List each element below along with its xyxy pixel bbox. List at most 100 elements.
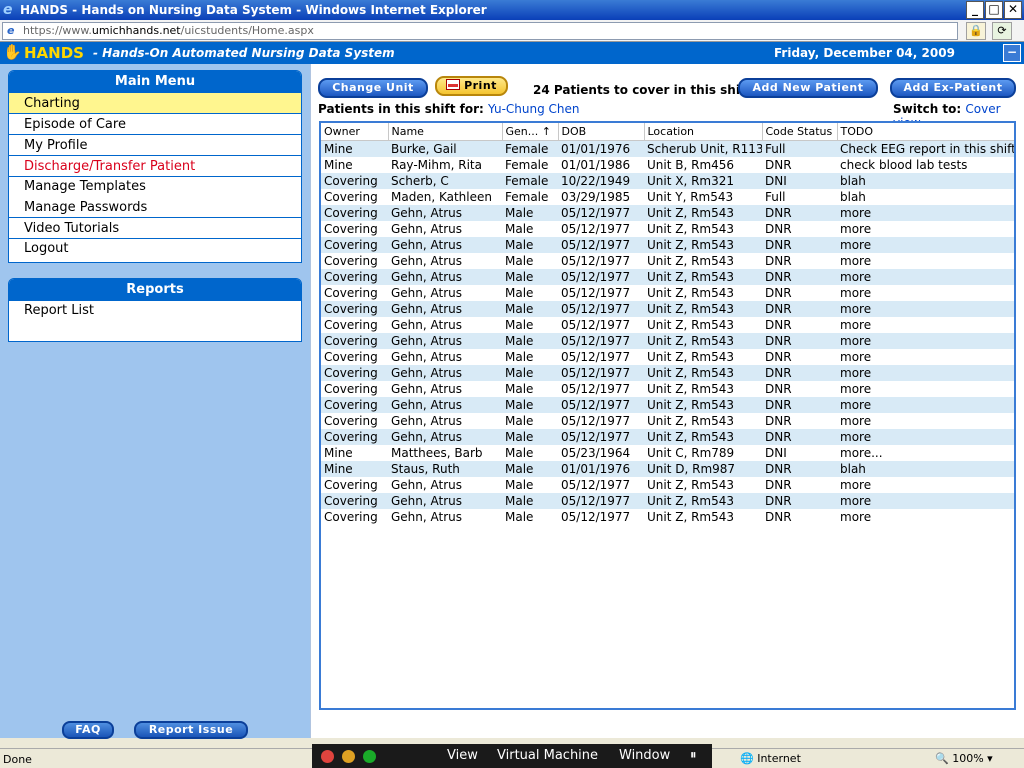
table-cell: more — [840, 477, 872, 492]
table-row[interactable]: Covering Gehn, Atrus Male 05/12/1977 Unit Z,… — [321, 332, 1014, 349]
table-row[interactable]: Covering Gehn, Atrus Male 05/12/1977 Unit Z,… — [321, 381, 1014, 397]
table-cell: DNR — [765, 381, 792, 396]
column-header[interactable]: Owner — [321, 123, 389, 141]
table-row[interactable]: Mine Staus, Ruth Male 01/01/1976 Unit D, Rm9… — [321, 460, 1014, 477]
table-cell: DNI — [765, 445, 787, 460]
table-cell: Male — [505, 509, 534, 524]
shift-user-link[interactable]: Yu-Chung Chen — [488, 102, 580, 116]
close-dot-icon[interactable] — [321, 750, 334, 763]
column-header[interactable]: Gen... ↑ — [502, 123, 559, 141]
table-row[interactable]: Covering Gehn, Atrus Male 05/12/1977 Unit Z,… — [321, 509, 1014, 525]
faq-button[interactable]: FAQ — [62, 721, 114, 739]
table-cell: Check EEG report in this shift — [837, 140, 1014, 157]
table-cell: Male — [502, 428, 558, 445]
column-header[interactable]: Name — [388, 123, 503, 141]
table-cell: more — [840, 317, 872, 332]
collapse-button[interactable]: − — [1003, 44, 1021, 62]
table-cell: DNR — [762, 236, 837, 253]
table-cell: Unit B, Rm456 — [647, 157, 735, 172]
vm-menu-view[interactable]: View — [447, 748, 478, 763]
page-icon: e — [7, 24, 15, 37]
menu-item-manage-passwords[interactable]: Manage Passwords — [9, 197, 301, 218]
menu-item-my-profile[interactable]: My Profile — [9, 135, 301, 156]
zoom-dot-icon[interactable] — [363, 750, 376, 763]
table-row[interactable]: Covering Maden, Kathleen Female 03/29/1985 U… — [321, 189, 1014, 205]
table-row[interactable]: Covering Gehn, Atrus Male 05/12/1977 Unit Z,… — [321, 317, 1014, 333]
table-cell: Male — [502, 396, 558, 413]
table-row[interactable]: Mine Ray-Mihm, Rita Female 01/01/1986 Unit B… — [321, 157, 1014, 173]
menu-item-logout[interactable]: Logout — [9, 239, 301, 259]
table-row[interactable]: Mine Matthees, Barb Male 05/23/1964 Unit C, … — [321, 445, 1014, 461]
table-row[interactable]: Covering Gehn, Atrus Male 05/12/1977 Unit Z,… — [321, 300, 1014, 317]
table-row[interactable]: Covering Gehn, Atrus Male 05/12/1977 Unit Z,… — [321, 428, 1014, 445]
table-cell: 05/12/1977 — [561, 317, 631, 332]
column-header[interactable]: DOB — [558, 123, 645, 141]
table-row[interactable]: Covering Gehn, Atrus Male 05/12/1977 Unit Z,… — [321, 236, 1014, 253]
column-header[interactable]: Code Status — [762, 123, 838, 141]
menu-item-episode-of-care[interactable]: Episode of Care — [9, 114, 301, 135]
vm-menu-window[interactable]: Window — [619, 748, 670, 763]
table-cell: blah — [837, 172, 1014, 189]
table-row[interactable]: Covering Gehn, Atrus Male 05/12/1977 Unit Z,… — [321, 396, 1014, 413]
table-cell: Male — [502, 236, 558, 253]
table-cell: 05/23/1964 — [561, 445, 631, 460]
table-cell: Male — [502, 204, 558, 221]
url-field[interactable]: e https://www.umichhands.net/uicstudents… — [2, 22, 958, 40]
table-cell: DNR — [762, 492, 837, 509]
main-content: Change Unit Print 24 Patients to cover i… — [310, 64, 1024, 738]
table-cell: Male — [505, 253, 534, 268]
vm-menu-virtual-machine[interactable]: Virtual Machine — [497, 748, 598, 763]
table-cell: Covering — [321, 428, 388, 445]
reports-panel: Reports Report List — [8, 278, 302, 342]
table-cell: DNR — [762, 428, 837, 445]
menu-item-discharge-transfer[interactable]: Discharge/Transfer Patient — [9, 156, 301, 177]
table-row[interactable]: Covering Scherb, C Female 10/22/1949 Unit X,… — [321, 172, 1014, 189]
menu-item-report-list[interactable]: Report List — [9, 301, 301, 321]
internet-explorer-icon: e — [3, 2, 13, 18]
lock-icon[interactable]: 🔒 — [966, 22, 986, 40]
table-row[interactable]: Covering Gehn, Atrus Male 05/12/1977 Unit Z,… — [321, 221, 1014, 237]
menu-item-manage-templates[interactable]: Manage Templates — [9, 177, 301, 197]
table-cell: DNR — [765, 509, 792, 524]
maximize-button[interactable]: □ — [985, 1, 1003, 19]
table-row[interactable]: Covering Gehn, Atrus Male 05/12/1977 Unit Z,… — [321, 268, 1014, 285]
minimize-button[interactable]: _ — [966, 1, 984, 19]
change-unit-button[interactable]: Change Unit — [318, 78, 428, 98]
menu-item-video-tutorials[interactable]: Video Tutorials — [9, 218, 301, 239]
table-row[interactable]: Covering Gehn, Atrus Male 05/12/1977 Unit Z,… — [321, 477, 1014, 493]
refresh-icon[interactable]: ⟳ — [992, 22, 1012, 40]
close-window-button[interactable]: ✕ — [1004, 1, 1022, 19]
table-cell: more — [837, 204, 1014, 221]
internet-zone: 🌐 Internet — [740, 752, 801, 765]
pause-icon[interactable]: ⏸ — [690, 748, 697, 763]
table-cell: Covering — [324, 413, 378, 428]
table-cell: Unit Z, Rm543 — [647, 477, 735, 492]
table-row[interactable]: Covering Gehn, Atrus Male 05/12/1977 Unit Z,… — [321, 413, 1014, 429]
url-prefix: https://www. — [23, 24, 92, 37]
column-header[interactable]: TODO — [837, 123, 1014, 141]
minimize-dot-icon[interactable] — [342, 750, 355, 763]
zone-label: Internet — [757, 752, 801, 765]
table-row[interactable]: Covering Gehn, Atrus Male 05/12/1977 Unit Z,… — [321, 492, 1014, 509]
table-row[interactable]: Covering Gehn, Atrus Male 05/12/1977 Unit Z,… — [321, 253, 1014, 269]
table-cell: Female — [505, 157, 549, 172]
table-cell: Matthees, Barb — [391, 445, 483, 460]
table-row[interactable]: Covering Gehn, Atrus Male 05/12/1977 Unit Z,… — [321, 285, 1014, 301]
table-row[interactable]: Covering Gehn, Atrus Male 05/12/1977 Unit Z,… — [321, 349, 1014, 365]
table-cell: Unit Z, Rm543 — [644, 332, 762, 349]
table-cell: Mine — [324, 157, 353, 172]
zoom-control[interactable]: 🔍 100% ▾ — [935, 752, 993, 765]
add-new-patient-button[interactable]: Add New Patient — [738, 78, 878, 98]
table-row[interactable]: Covering Gehn, Atrus Male 05/12/1977 Unit Z,… — [321, 364, 1014, 381]
report-issue-button[interactable]: Report Issue — [134, 721, 248, 739]
table-cell: Ray-Mihm, Rita — [391, 157, 482, 172]
table-cell: more — [840, 221, 872, 236]
table-cell: 05/12/1977 — [561, 413, 631, 428]
column-header[interactable]: Location — [644, 123, 763, 141]
table-row[interactable]: Mine Burke, Gail Female 01/01/1976 Scherub U… — [321, 140, 1014, 157]
add-ex-patient-button[interactable]: Add Ex-Patient — [890, 78, 1016, 98]
print-button[interactable]: Print — [435, 76, 508, 96]
table-row[interactable]: Covering Gehn, Atrus Male 05/12/1977 Unit Z,… — [321, 204, 1014, 221]
url-path: /uicstudents/Home.aspx — [180, 24, 314, 37]
menu-item-charting[interactable]: Charting — [9, 93, 301, 114]
